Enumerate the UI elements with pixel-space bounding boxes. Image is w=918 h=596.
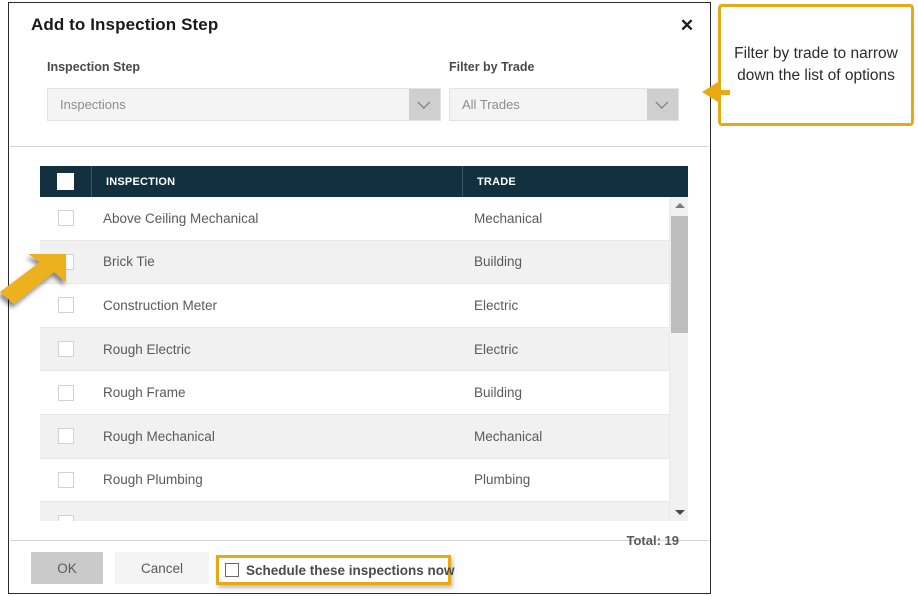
row-checkbox[interactable] <box>40 428 92 445</box>
schedule-inspections-checkbox[interactable] <box>225 563 239 577</box>
select-all-checkbox[interactable] <box>40 166 92 197</box>
cell-inspection: Rough Electric <box>103 341 191 357</box>
schedule-inspections-highlight: Schedule these inspections now <box>216 555 455 585</box>
cancel-button[interactable]: Cancel <box>115 552 209 584</box>
table-row[interactable]: Rough Plumbing Plumbing <box>40 459 669 503</box>
cell-inspection: Rough Frame <box>103 385 186 401</box>
inspection-step-select[interactable]: Inspections <box>47 88 441 121</box>
scroll-down-arrow-icon[interactable] <box>670 504 689 521</box>
cell-inspection: Construction Meter <box>103 297 218 313</box>
table-scrollbar[interactable] <box>669 197 688 521</box>
scrollbar-thumb[interactable] <box>671 216 688 333</box>
arrow-icon <box>702 82 730 102</box>
header-divider <box>10 146 709 147</box>
arrow-icon <box>0 254 66 304</box>
cell-inspection: Above Ceiling Mechanical <box>103 210 259 226</box>
add-to-inspection-step-dialog: Add to Inspection Step ✕ Inspection Step… <box>8 2 711 594</box>
checkbox-box <box>57 173 74 190</box>
cell-inspection: Brick Tie <box>103 254 155 270</box>
filter-by-trade-select[interactable]: All Trades <box>449 88 679 121</box>
cell-trade: Building <box>474 385 523 401</box>
row-checkbox[interactable] <box>40 384 92 401</box>
table-header-row: INSPECTION TRADE <box>40 166 688 197</box>
scroll-up-arrow-icon[interactable] <box>670 197 689 214</box>
callout-text: Filter by trade to narrow down the list … <box>734 44 898 84</box>
inspection-step-label: Inspection Step <box>47 60 141 74</box>
cell-inspection: Rough Plumbing <box>103 472 203 488</box>
filter-by-trade-value: All Trades <box>462 97 520 112</box>
cell-trade: Electric <box>474 341 519 357</box>
chevron-down-icon[interactable] <box>409 89 440 120</box>
cell-trade: Mechanical <box>474 428 543 444</box>
footer-divider <box>10 540 709 541</box>
column-header-inspection[interactable]: INSPECTION <box>92 166 463 197</box>
ok-button[interactable]: OK <box>31 552 103 584</box>
filter-by-trade-label: Filter by Trade <box>449 60 535 74</box>
table-row[interactable]: Rough Electric Electric <box>40 327 669 372</box>
table-row[interactable]: Above Ceiling Mechanical Mechanical <box>40 197 669 241</box>
table-row[interactable]: Rough Mechanical Mechanical <box>40 414 669 459</box>
dialog-title: Add to Inspection Step <box>31 15 219 34</box>
callout-box: Filter by trade to narrow down the list … <box>718 4 914 126</box>
schedule-inspections-label: Schedule these inspections now <box>246 562 455 578</box>
row-checkbox[interactable] <box>40 471 92 488</box>
cell-trade: Building <box>474 254 523 270</box>
table-row[interactable]: Brick Tie Building <box>40 240 669 285</box>
table-row[interactable]: Construction Meter Electric <box>40 284 669 328</box>
row-checkbox[interactable] <box>40 210 92 227</box>
inspections-table: INSPECTION TRADE Above Ceiling Mechanica… <box>40 166 688 521</box>
column-header-trade[interactable]: TRADE <box>463 166 688 197</box>
table-body: Above Ceiling Mechanical Mechanical Bric… <box>40 197 688 521</box>
row-checkbox[interactable] <box>40 341 92 358</box>
table-row[interactable] <box>40 502 669 521</box>
table-row[interactable]: Rough Frame Building <box>40 371 669 415</box>
row-checkbox[interactable] <box>40 515 92 521</box>
inspection-step-value: Inspections <box>60 97 126 112</box>
cell-trade: Plumbing <box>474 472 531 488</box>
cell-inspection: Rough Mechanical <box>103 428 215 444</box>
screenshot-root: Add to Inspection Step ✕ Inspection Step… <box>0 0 918 596</box>
cell-trade: Mechanical <box>474 210 543 226</box>
cell-trade: Electric <box>474 297 519 313</box>
total-count: Total: 19 <box>626 533 680 548</box>
close-icon[interactable]: ✕ <box>674 12 700 38</box>
